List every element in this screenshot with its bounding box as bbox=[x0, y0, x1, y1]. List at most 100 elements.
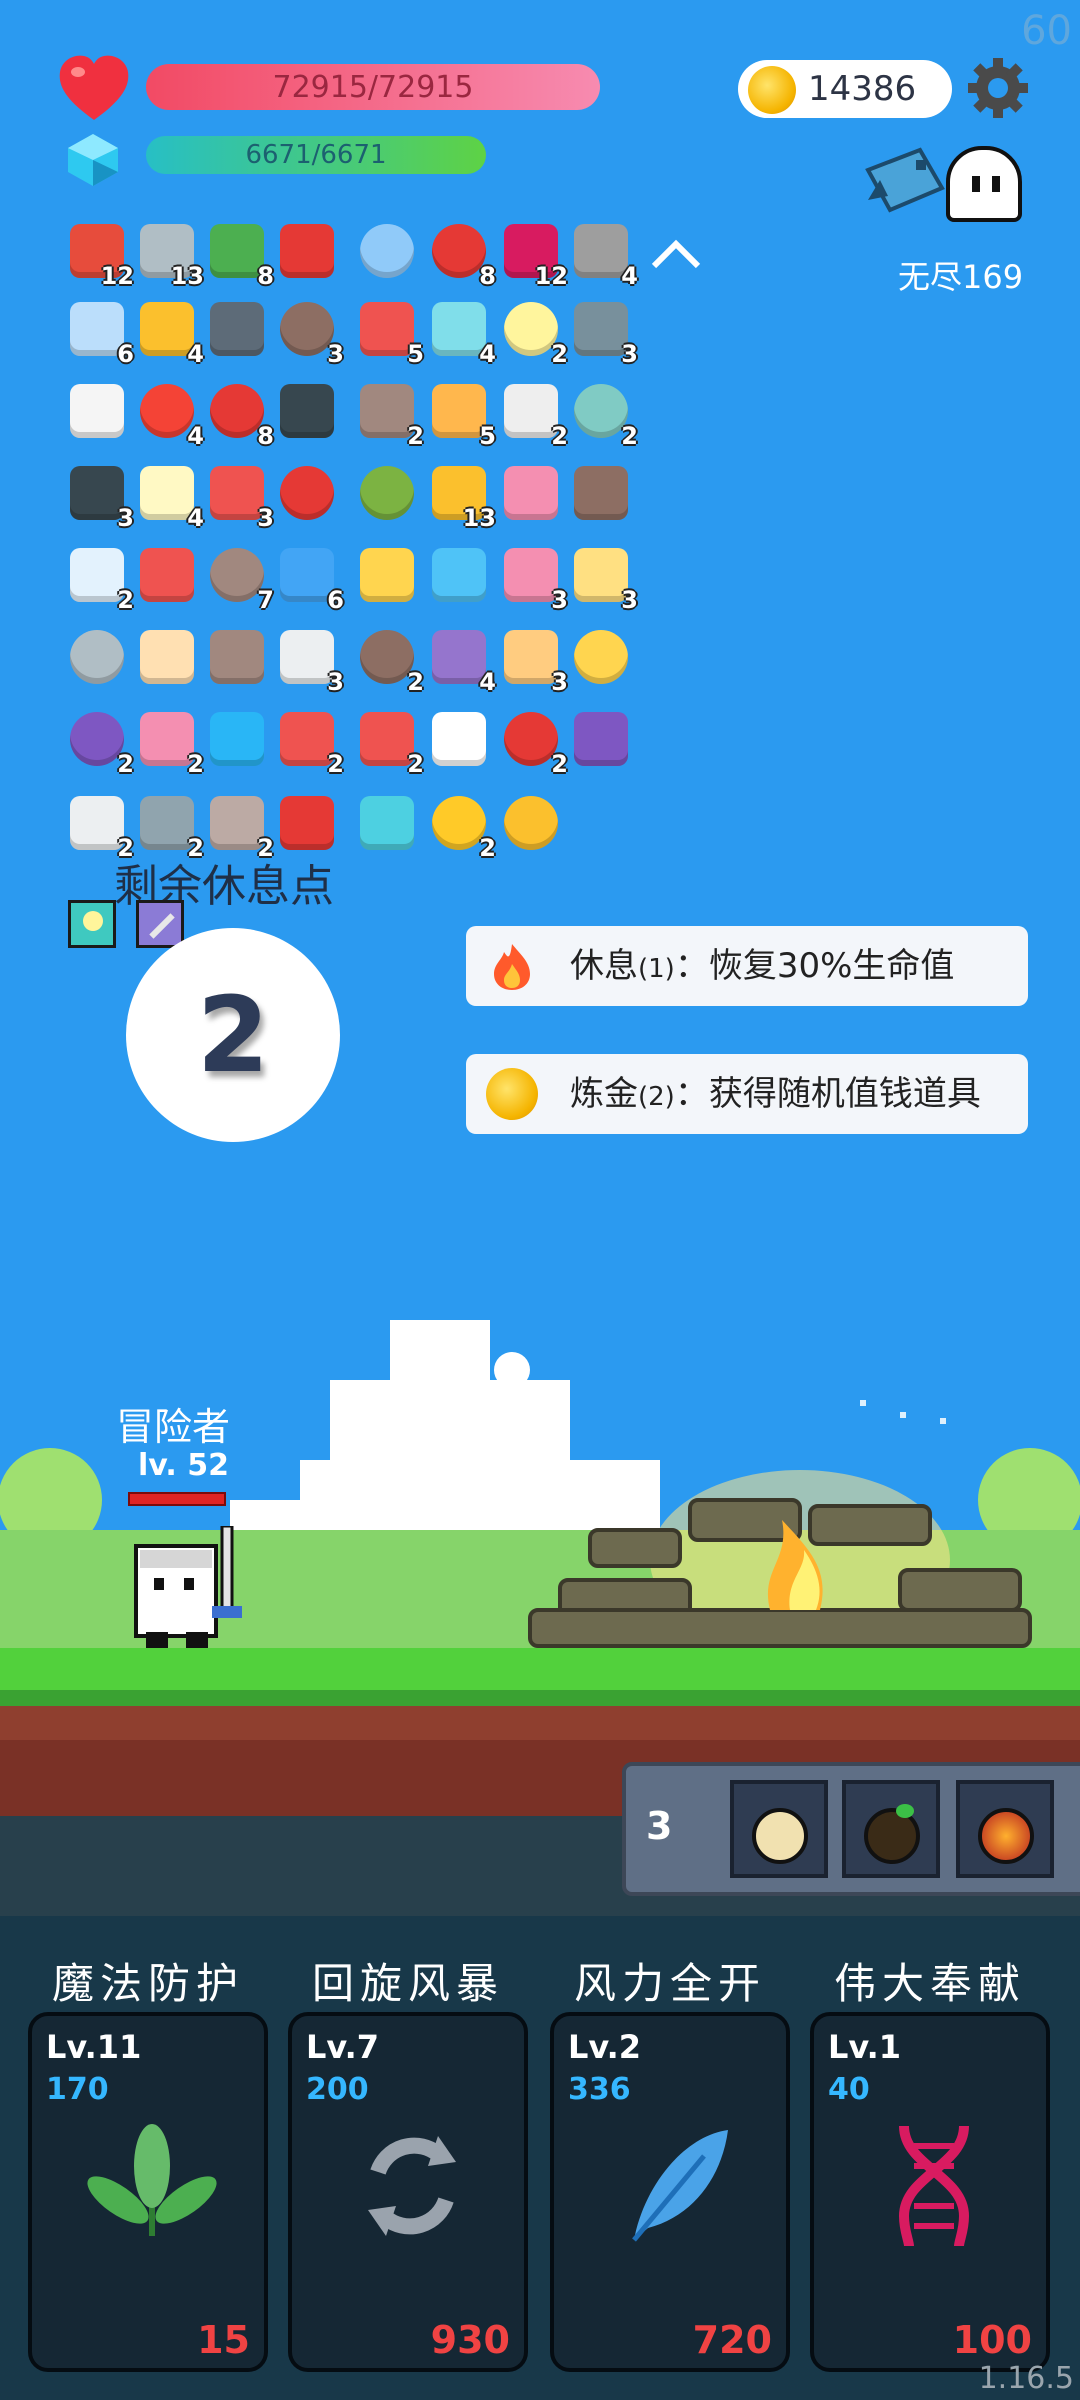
inventory-item[interactable]: 3 bbox=[496, 624, 568, 696]
scroll-icon bbox=[140, 630, 194, 684]
inventory-item[interactable]: 2 bbox=[62, 542, 134, 614]
alchemy-option-button[interactable]: 炼金(2)：获得随机值钱道具 bbox=[466, 1054, 1028, 1134]
inventory-item[interactable]: 4 bbox=[566, 218, 638, 290]
inventory-item[interactable] bbox=[424, 542, 494, 612]
inventory-item[interactable] bbox=[202, 706, 272, 776]
hook-icon bbox=[280, 712, 334, 766]
inventory-item[interactable]: 3 bbox=[272, 296, 344, 368]
inventory-item[interactable]: 3 bbox=[202, 460, 274, 532]
inventory-item[interactable]: 2 bbox=[496, 296, 568, 368]
inventory-item[interactable]: 7 bbox=[202, 542, 274, 614]
skill-name: 魔法防护 bbox=[51, 1959, 244, 2008]
pixel-fish-icon[interactable] bbox=[860, 140, 960, 220]
strawberry-icon bbox=[432, 224, 486, 278]
skill-card[interactable]: Lv.11 170 15 bbox=[28, 2012, 268, 2372]
ghost-icon[interactable] bbox=[946, 146, 1022, 222]
inventory-item[interactable]: 2 bbox=[352, 378, 424, 450]
inventory-item[interactable] bbox=[566, 624, 636, 694]
inventory-item[interactable]: 4 bbox=[424, 624, 496, 696]
inventory-item[interactable]: 4 bbox=[424, 296, 496, 368]
inventory-item[interactable] bbox=[352, 460, 422, 530]
heart-icon bbox=[140, 384, 194, 438]
inventory-item[interactable]: 8 bbox=[202, 378, 274, 450]
wing-icon bbox=[70, 384, 124, 438]
dark-potion-icon[interactable] bbox=[842, 1780, 940, 1878]
blue-scroll-icon bbox=[360, 796, 414, 850]
inventory-item[interactable] bbox=[202, 296, 272, 366]
inventory-item[interactable]: 5 bbox=[352, 296, 424, 368]
inventory-item[interactable] bbox=[132, 542, 202, 612]
magnifier-icon bbox=[360, 224, 414, 278]
fried-egg-icon bbox=[504, 302, 558, 356]
inventory-item[interactable]: 12 bbox=[496, 218, 568, 290]
inventory-item[interactable]: 3 bbox=[272, 624, 344, 696]
skill-card[interactable]: Lv.2 336 720 bbox=[550, 2012, 790, 2372]
inventory-item[interactable] bbox=[272, 460, 342, 530]
inventory-item[interactable] bbox=[62, 624, 132, 694]
inventory-item[interactable] bbox=[566, 460, 636, 530]
halo-icon bbox=[574, 548, 628, 602]
fire-icon bbox=[494, 944, 530, 990]
cake-icon bbox=[360, 630, 414, 684]
knight-icon[interactable] bbox=[126, 1526, 244, 1650]
inventory-item[interactable] bbox=[352, 542, 422, 612]
inventory-item[interactable]: 2 bbox=[424, 790, 496, 862]
inventory-item[interactable] bbox=[496, 790, 566, 860]
inventory-item[interactable]: 2 bbox=[352, 624, 424, 696]
magnet-icon bbox=[280, 224, 334, 278]
clock-potion-icon[interactable] bbox=[730, 1780, 828, 1878]
inventory-item[interactable]: 4 bbox=[132, 378, 204, 450]
inventory-item[interactable]: 6 bbox=[272, 542, 344, 614]
cloud-icon bbox=[280, 630, 334, 684]
rest-points-count: 2 bbox=[196, 974, 270, 1096]
inventory-item[interactable] bbox=[62, 378, 132, 448]
inventory-item[interactable] bbox=[424, 706, 494, 776]
inventory-item[interactable] bbox=[352, 218, 422, 288]
inventory-item[interactable] bbox=[202, 624, 272, 694]
inventory-item[interactable]: 4 bbox=[132, 460, 204, 532]
inventory-item[interactable]: 3 bbox=[566, 296, 638, 368]
inventory-item[interactable]: 2 bbox=[132, 706, 204, 778]
leaf-icon bbox=[82, 2116, 222, 2256]
inventory-item[interactable]: 3 bbox=[566, 542, 638, 614]
item-count: 5 bbox=[479, 422, 496, 450]
inventory-item[interactable]: 2 bbox=[566, 378, 638, 450]
inventory-item[interactable]: 2 bbox=[496, 378, 568, 450]
inventory-item[interactable]: 5 bbox=[424, 378, 496, 450]
inventory-item[interactable] bbox=[272, 378, 342, 448]
mortar-icon bbox=[210, 302, 264, 356]
skill-card[interactable]: Lv.1 40 100 bbox=[810, 2012, 1050, 2372]
inventory-item[interactable]: 2 bbox=[496, 706, 568, 778]
inventory-item[interactable]: 2 bbox=[272, 706, 344, 778]
inventory-item[interactable] bbox=[566, 706, 636, 776]
inventory-item[interactable] bbox=[352, 790, 422, 860]
inventory-item[interactable] bbox=[132, 624, 202, 694]
inventory-item[interactable]: 4 bbox=[132, 296, 204, 368]
inventory-item[interactable]: 8 bbox=[424, 218, 496, 290]
fire-potion-icon[interactable] bbox=[956, 1780, 1054, 1878]
gear-icon[interactable] bbox=[966, 56, 1030, 120]
inventory-item[interactable]: 6 bbox=[62, 296, 134, 368]
inventory-item[interactable]: 13 bbox=[424, 460, 496, 532]
campfire-icon bbox=[528, 1470, 1032, 1650]
apple-icon bbox=[210, 384, 264, 438]
chevron-up-icon[interactable] bbox=[648, 234, 704, 274]
skill-card[interactable]: Lv.7 200 930 bbox=[288, 2012, 528, 2372]
skill-level: Lv.1 bbox=[828, 2028, 902, 2066]
inventory-item[interactable]: 3 bbox=[62, 460, 134, 532]
mp-bar: 6671/6671 bbox=[146, 136, 486, 174]
inventory-item[interactable]: 13 bbox=[132, 218, 204, 290]
inventory-item[interactable]: 8 bbox=[202, 218, 274, 290]
inventory-item[interactable] bbox=[496, 460, 566, 530]
inventory-item[interactable] bbox=[272, 218, 342, 288]
rest-option-button[interactable]: 休息(1)：恢复30%生命值 bbox=[466, 926, 1028, 1006]
inventory-item[interactable]: 3 bbox=[496, 542, 568, 614]
inventory-item[interactable]: 2 bbox=[62, 706, 134, 778]
inventory-item[interactable]: 12 bbox=[62, 218, 134, 290]
whirlwind-icon bbox=[342, 2116, 482, 2256]
dice-icon bbox=[504, 384, 558, 438]
inventory-item[interactable]: 2 bbox=[352, 706, 424, 778]
purple-box-icon bbox=[574, 712, 628, 766]
ring-icon bbox=[574, 630, 628, 684]
item-count: 2 bbox=[327, 750, 344, 778]
